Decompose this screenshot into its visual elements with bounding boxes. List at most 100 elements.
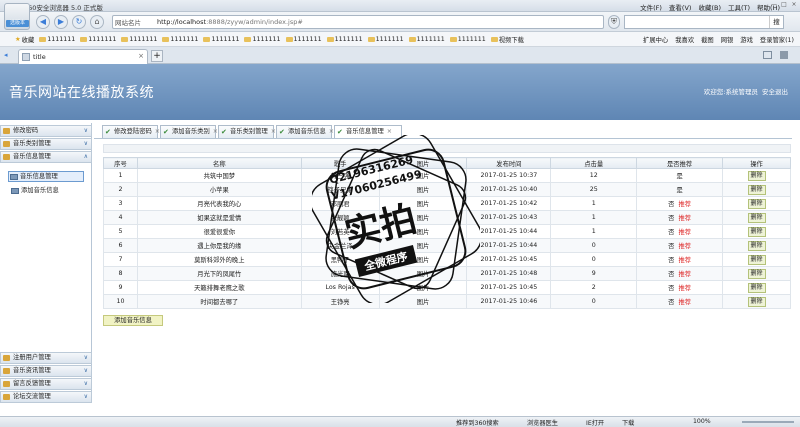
back-icon[interactable]: ◀ <box>36 15 50 29</box>
recommend-link[interactable]: 推荐 <box>678 215 691 222</box>
col-name: 名称 <box>136 157 302 169</box>
sidebar-section-forum[interactable]: 论坛交流管理 ∨ <box>0 391 92 403</box>
bookmark-item[interactable]: 1111111 <box>80 36 116 43</box>
shield-icon[interactable]: ⛨ <box>608 15 620 29</box>
sidebar-section-feedback[interactable]: 留言反馈管理 ∨ <box>0 378 92 390</box>
trash-icon[interactable] <box>780 51 788 59</box>
close-icon[interactable]: × <box>790 1 798 9</box>
sidebar-section-news[interactable]: 音乐资讯管理 ∨ <box>0 365 92 377</box>
folder-icon <box>3 355 10 361</box>
address-bar[interactable]: 网站名片 http://localhost:8888/zyyw/admin/in… <box>112 15 604 29</box>
bookmark-item[interactable]: 1111111 <box>367 36 404 43</box>
bookmark-video-download[interactable]: 视频下载 <box>490 35 524 44</box>
add-music-button[interactable]: 添加音乐信息 <box>103 315 163 326</box>
bookmark-item[interactable]: 1111111 <box>121 36 157 43</box>
recommend-link[interactable]: 推荐 <box>678 229 691 236</box>
cell-action: 删除 <box>722 252 791 267</box>
bookmark-favorites[interactable]: ★ 收藏 <box>15 35 34 44</box>
home-icon[interactable]: ⌂ <box>90 15 104 29</box>
delete-button[interactable]: 删除 <box>747 240 766 251</box>
forward-icon[interactable]: ▶ <box>54 15 68 29</box>
bookmark-item[interactable]: 1111111 <box>244 36 281 43</box>
bookmark-item[interactable]: 1111111 <box>39 36 75 43</box>
logout-link[interactable]: 安全退出 <box>762 88 788 96</box>
delete-button[interactable]: 删除 <box>747 268 766 279</box>
maximize-icon[interactable]: □ <box>780 1 788 9</box>
cell-recommend: 否推荐 <box>636 238 724 253</box>
cell-recommend: 否推荐 <box>636 196 724 211</box>
tab-add-category[interactable]: ✔ 添加音乐类别 × <box>160 125 218 138</box>
delete-button[interactable]: 删除 <box>747 254 766 265</box>
delete-button[interactable]: 删除 <box>747 198 766 209</box>
cell-action: 删除 <box>722 196 791 211</box>
folder-icon <box>3 381 10 387</box>
bookmark-item[interactable]: 1111111 <box>203 36 239 43</box>
cell-clicks: 1 <box>550 224 638 239</box>
extension-center-button[interactable]: 扩展中心 <box>643 35 668 44</box>
delete-button[interactable]: 删除 <box>747 296 766 307</box>
folder-icon <box>162 36 170 42</box>
browser-logo[interactable]: 选版本 <box>4 3 30 30</box>
refresh-icon[interactable]: ↻ <box>72 15 86 29</box>
browser-doctor[interactable]: 浏览器医生 <box>527 418 558 427</box>
like-button[interactable]: 我喜欢 <box>675 35 694 44</box>
browser-tab[interactable]: title × <box>18 49 148 64</box>
bookmark-item[interactable]: 1111111 <box>285 36 322 43</box>
tab-close-icon[interactable]: × <box>387 128 392 135</box>
delete-button[interactable]: 删除 <box>747 184 766 195</box>
search-input[interactable]: 搜 <box>624 15 784 29</box>
delete-button[interactable]: 删除 <box>747 212 766 223</box>
tab-category-manage[interactable]: ✔ 音乐类别管理 × <box>218 125 276 138</box>
bookmark-item[interactable]: 1111111 <box>408 36 445 43</box>
cell-clicks: 0 <box>550 252 638 267</box>
sidebar-item-music-info-manage[interactable]: 音乐信息管理 <box>8 171 84 182</box>
bookmark-item[interactable]: 1111111 <box>162 36 198 43</box>
recommend-link[interactable]: 推荐 <box>678 299 691 306</box>
menu-favorites[interactable]: 收藏(B) <box>698 2 721 12</box>
folder-icon <box>3 128 10 134</box>
folder-icon <box>367 36 375 42</box>
delete-button[interactable]: 删除 <box>747 282 766 293</box>
sidebar-section-users[interactable]: 注册用户管理 ∨ <box>0 352 92 364</box>
recommend-link[interactable]: 推荐 <box>678 201 691 208</box>
chevron-down-icon: ∨ <box>83 393 88 400</box>
new-tab-button[interactable]: + <box>151 50 163 62</box>
recommend-link[interactable]: 推荐 <box>678 257 691 264</box>
tab-change-password[interactable]: ✔ 修改登陆密码 × <box>102 125 160 138</box>
sidebar-section-music-category[interactable]: 音乐类别管理 ∨ <box>0 138 92 150</box>
zoom-slider[interactable] <box>742 421 794 423</box>
folder-icon <box>490 36 498 42</box>
delete-button[interactable]: 删除 <box>747 170 766 181</box>
restore-icon[interactable] <box>763 51 772 59</box>
games-button[interactable]: 游戏 <box>740 35 753 44</box>
recommend-link[interactable]: 推荐 <box>678 243 691 250</box>
recommend-link[interactable]: 推荐 <box>678 285 691 292</box>
url-host: http://localhost <box>157 18 207 26</box>
recommend-link[interactable]: 推荐 <box>678 271 691 278</box>
sidebar-section-music-info[interactable]: 音乐信息管理 ∧ <box>0 151 92 163</box>
cell-recommend: 否推荐 <box>636 266 724 281</box>
online-banking-button[interactable]: 网银 <box>721 35 734 44</box>
sidebar-item-add-music[interactable]: 添加音乐信息 <box>10 186 59 197</box>
delete-button[interactable]: 删除 <box>747 226 766 237</box>
login-manager-button[interactable]: 登录管家(1) <box>760 35 794 44</box>
ie-open[interactable]: IE打开 <box>586 418 604 427</box>
sidebar-section-password[interactable]: 修改密码 ∨ <box>0 125 92 137</box>
search-button[interactable]: 搜 <box>769 16 783 28</box>
menu-view[interactable]: 查看(V) <box>669 2 692 12</box>
screenshot-button[interactable]: 截图 <box>701 35 714 44</box>
recommend-360-search[interactable]: 推荐到360搜索 <box>456 418 499 427</box>
menu-file[interactable]: 文件(F) <box>640 2 662 12</box>
download-button[interactable]: 下载 <box>622 418 634 427</box>
bookmark-item[interactable]: 1111111 <box>326 36 363 43</box>
cell-recommend: 否推荐 <box>636 224 724 239</box>
menu-tools[interactable]: 工具(T) <box>728 2 750 12</box>
col-action: 操作 <box>722 157 791 169</box>
tab-close-icon[interactable]: × <box>138 52 144 60</box>
zoom-level[interactable]: 100% <box>693 418 711 425</box>
bookmark-item[interactable]: 1111111 <box>449 36 486 43</box>
cell-name: 天籁排舞老鹰之歌 <box>136 280 302 295</box>
minimize-icon[interactable]: — <box>770 1 778 9</box>
tab-list-icon[interactable]: ◂ <box>4 51 8 59</box>
site-card-label[interactable]: 网站名片 <box>115 17 141 27</box>
